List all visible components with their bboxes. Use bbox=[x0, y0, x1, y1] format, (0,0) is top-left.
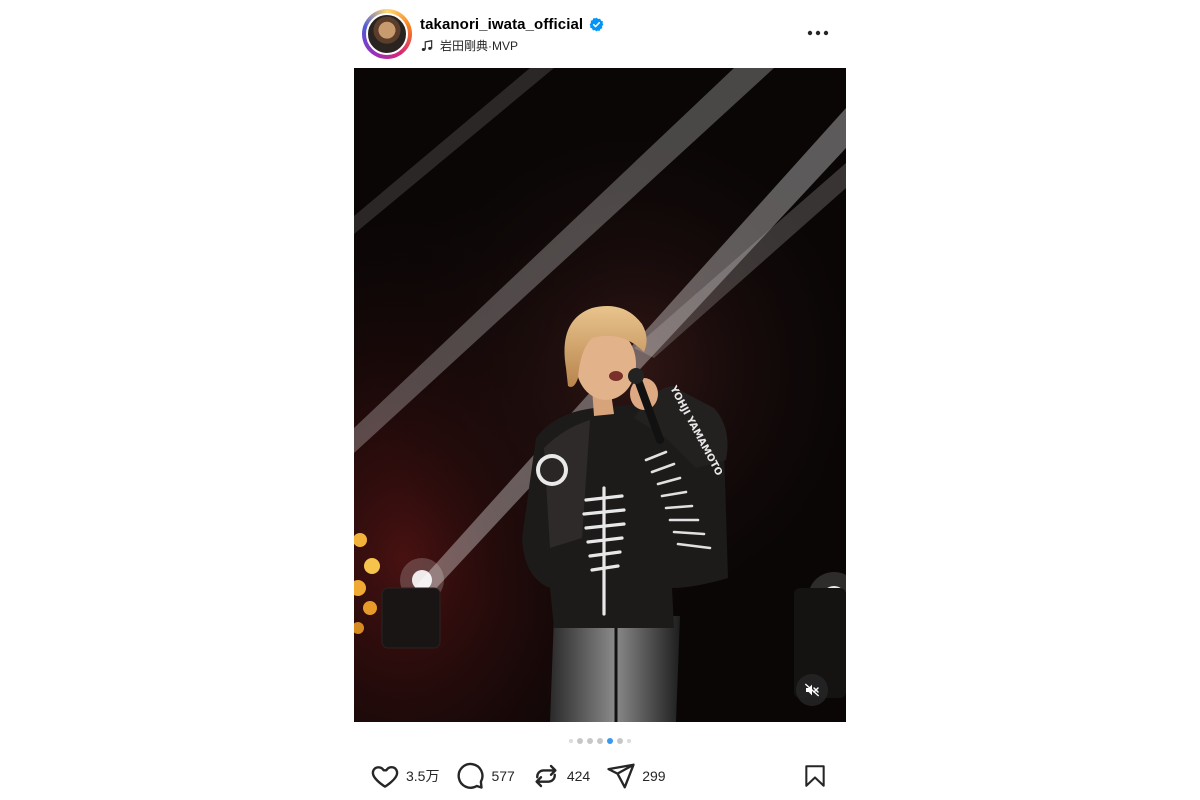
repost-icon bbox=[535, 764, 557, 788]
share-count: 299 bbox=[642, 768, 666, 784]
more-options-button[interactable] bbox=[804, 22, 832, 44]
carousel-dot bbox=[597, 738, 603, 744]
post-header: takanori_iwata_official 岩田剛典 · MVP bbox=[354, 0, 846, 68]
bookmark-icon bbox=[805, 765, 825, 787]
concert-photo: YOHJI YAMAMOTO bbox=[354, 68, 846, 722]
carousel-dot bbox=[577, 738, 583, 744]
music-note-icon bbox=[421, 39, 433, 51]
carousel-indicator bbox=[354, 736, 846, 746]
carousel-dot bbox=[627, 739, 631, 743]
music-artist: 岩田剛典 bbox=[440, 39, 489, 53]
more-horizontal-icon bbox=[807, 30, 829, 36]
heart-icon bbox=[371, 766, 399, 788]
username[interactable]: takanori_iwata_official bbox=[420, 16, 583, 33]
story-ring[interactable] bbox=[362, 9, 412, 59]
verified-badge-icon bbox=[589, 17, 604, 32]
like-button[interactable]: 3.5万 bbox=[370, 761, 439, 791]
save-button[interactable] bbox=[800, 760, 830, 792]
repost-button[interactable]: 424 bbox=[531, 761, 590, 791]
username-row: takanori_iwata_official bbox=[420, 16, 604, 33]
carousel-dot bbox=[617, 738, 623, 744]
comment-button[interactable]: 577 bbox=[455, 761, 515, 791]
post-media[interactable]: YOHJI YAMAMOTO bbox=[354, 68, 846, 722]
carousel-dot bbox=[587, 738, 593, 744]
post: takanori_iwata_official 岩田剛典 · MVP YOHJI… bbox=[354, 0, 846, 800]
share-button[interactable]: 299 bbox=[606, 761, 666, 791]
comment-count: 577 bbox=[491, 768, 515, 784]
mute-toggle-button[interactable] bbox=[796, 674, 828, 706]
speaker-muted-icon bbox=[804, 683, 820, 697]
music-title: MVP bbox=[492, 38, 519, 53]
comment-icon bbox=[457, 762, 485, 789]
music-row[interactable]: 岩田剛典 · MVP bbox=[420, 37, 518, 54]
carousel-dot-active bbox=[607, 738, 613, 744]
send-icon bbox=[607, 763, 635, 789]
repost-count: 424 bbox=[566, 768, 591, 784]
like-count: 3.5万 bbox=[406, 768, 440, 784]
carousel-dot bbox=[569, 739, 573, 743]
avatar[interactable] bbox=[366, 13, 408, 55]
action-bar: 3.5万 577 424 299 bbox=[370, 760, 682, 792]
